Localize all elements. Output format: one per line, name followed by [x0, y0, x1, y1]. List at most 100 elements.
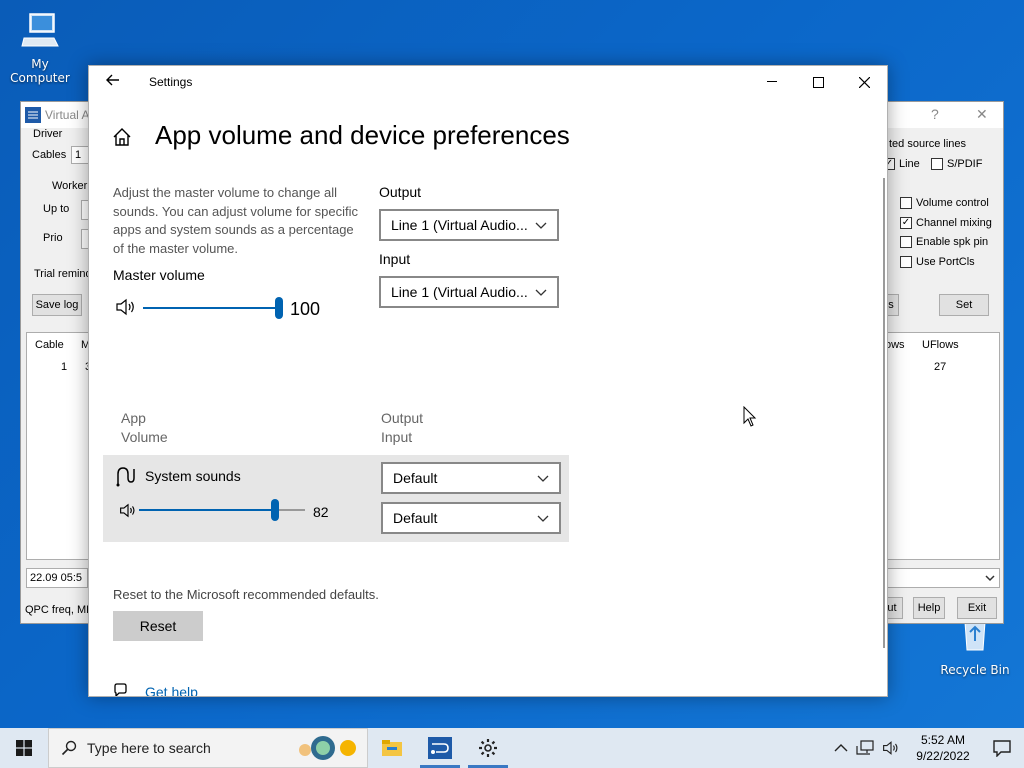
col-input-label: Input	[381, 429, 413, 445]
col-output-label: Output	[381, 410, 424, 426]
settings-titlebar: Settings	[89, 66, 887, 98]
system-tray: 5:52 AM 9/22/2022	[834, 728, 1024, 768]
qpc-freq-label: QPC freq, MH	[25, 604, 95, 616]
search-placeholder: Type here to search	[87, 740, 211, 756]
channel-mixing-checkbox[interactable]: ✓ Channel mixing	[900, 217, 992, 229]
line-checkbox[interactable]: ✓ Line	[883, 158, 920, 170]
col-cable[interactable]: Cable	[35, 339, 64, 351]
volume-control-checkbox[interactable]: Volume control	[900, 197, 989, 209]
network-icon[interactable]	[856, 740, 874, 756]
trial-reminder-label: Trial remind	[34, 268, 92, 280]
cables-input[interactable]: 1	[71, 146, 89, 164]
master-volume-fill	[143, 307, 283, 309]
enable-spk-pin-checkbox[interactable]: Enable spk pin	[900, 236, 988, 248]
mouse-cursor-icon	[743, 406, 757, 427]
computer-icon	[21, 13, 59, 47]
back-arrow-icon[interactable]	[89, 73, 137, 91]
source-lines-label: ted source lines	[889, 138, 967, 150]
system-sounds-output-value: Default	[393, 470, 438, 486]
input-device-value: Line 1 (Virtual Audio...	[391, 284, 528, 300]
settings-window-title: Settings	[149, 75, 193, 89]
driver-label: Driver	[33, 128, 63, 140]
master-volume-label: Master volume	[113, 267, 205, 283]
use-portcls-checkbox[interactable]: Use PortCls	[900, 256, 975, 268]
volume-icon[interactable]	[882, 740, 900, 756]
windows-logo-icon	[16, 740, 32, 756]
settings-taskbar-icon[interactable]	[464, 728, 512, 768]
save-log-button[interactable]: Save log	[32, 294, 82, 316]
system-sounds-value: 82	[313, 504, 329, 520]
settings-scrollbar[interactable]	[883, 178, 885, 648]
chevron-down-icon	[985, 575, 995, 582]
vac-app-icon	[25, 107, 41, 123]
maximize-icon[interactable]	[795, 66, 841, 98]
minimize-icon[interactable]	[749, 66, 795, 98]
output-device-value: Line 1 (Virtual Audio...	[391, 217, 528, 233]
settings-window: Settings App volume and device preferenc…	[88, 65, 888, 697]
clock-date: 9/22/2022	[916, 749, 970, 763]
system-sounds-icon	[116, 467, 135, 487]
exit-button[interactable]: Exit	[957, 597, 997, 619]
help-chat-icon	[114, 683, 127, 696]
system-sounds-input-dropdown[interactable]: Default	[381, 502, 561, 534]
output-label: Output	[379, 184, 422, 200]
search-highlights-icon	[299, 736, 356, 760]
worker-label: Worker	[52, 180, 88, 192]
reset-description: Reset to the Microsoft recommended defau…	[113, 587, 379, 602]
system-sounds-label: System sounds	[145, 468, 241, 484]
recycle-bin-desktop-icon[interactable]: Recycle Bin	[935, 616, 1015, 677]
taskbar: Type here to search 5:52 AM 9/22/2022	[0, 728, 1024, 768]
notifications-icon[interactable]	[992, 739, 1012, 757]
spdif-checkbox[interactable]: S/PDIF	[931, 158, 982, 170]
file-explorer-taskbar-icon[interactable]	[368, 728, 416, 768]
master-volume-description: Adjust the master volume to change all s…	[113, 185, 358, 256]
input-label: Input	[379, 251, 411, 267]
vac-help-icon[interactable]: ?	[931, 106, 939, 122]
chevron-down-icon	[537, 475, 549, 482]
chevron-down-icon	[537, 515, 549, 522]
system-sounds-thumb[interactable]	[271, 499, 279, 521]
home-icon[interactable]	[111, 126, 133, 148]
vac-taskbar-icon[interactable]	[416, 728, 464, 768]
system-sounds-input-value: Default	[393, 510, 438, 526]
status-dropdown[interactable]	[887, 568, 1000, 588]
col-volume-label: Volume	[121, 429, 168, 445]
master-volume-value: 100	[290, 299, 321, 319]
vac-title: Virtual A	[45, 108, 90, 122]
set-button[interactable]: Set	[939, 294, 989, 316]
master-volume-thumb[interactable]	[275, 297, 283, 319]
page-title: App volume and device preferences	[155, 120, 570, 150]
speaker-icon[interactable]	[115, 298, 137, 316]
recycle-bin-label: Recycle Bin	[940, 663, 1010, 677]
status-time: 22.09 05:5	[26, 568, 88, 588]
col-app-label: App	[121, 410, 146, 426]
get-help-link[interactable]: Get help	[145, 684, 198, 696]
cables-label: Cables	[32, 149, 67, 161]
taskbar-search-box[interactable]: Type here to search	[48, 728, 368, 768]
system-sounds-slider[interactable]	[139, 499, 305, 521]
search-icon	[61, 740, 77, 756]
my-computer-label: My Computer	[10, 57, 70, 85]
start-button[interactable]	[0, 728, 48, 768]
speaker-icon[interactable]	[119, 503, 137, 518]
output-device-dropdown[interactable]: Line 1 (Virtual Audio...	[379, 209, 559, 241]
system-sounds-fill	[139, 509, 275, 511]
clock-time: 5:52 AM	[920, 733, 966, 747]
upto-label: Up to	[43, 203, 70, 215]
vac-close-icon[interactable]: ✕	[976, 106, 988, 123]
clock[interactable]: 5:52 AM 9/22/2022	[908, 732, 978, 764]
my-computer-desktop-icon[interactable]: My Computer	[0, 10, 80, 85]
input-device-dropdown[interactable]: Line 1 (Virtual Audio...	[379, 276, 559, 308]
system-sounds-row: System sounds 82 Default Default	[103, 455, 569, 542]
master-volume-slider[interactable]	[143, 296, 283, 320]
reset-button[interactable]: Reset	[113, 611, 203, 641]
system-sounds-track	[275, 509, 305, 511]
chevron-up-icon[interactable]	[834, 743, 848, 753]
close-icon[interactable]	[841, 66, 887, 98]
help-button[interactable]: Help	[913, 597, 945, 619]
col-uflows[interactable]: UFlows	[922, 339, 959, 351]
prio-label: Prio	[43, 232, 63, 244]
chevron-down-icon	[535, 289, 547, 296]
row-uflows-value: 27	[934, 361, 947, 373]
system-sounds-output-dropdown[interactable]: Default	[381, 462, 561, 494]
